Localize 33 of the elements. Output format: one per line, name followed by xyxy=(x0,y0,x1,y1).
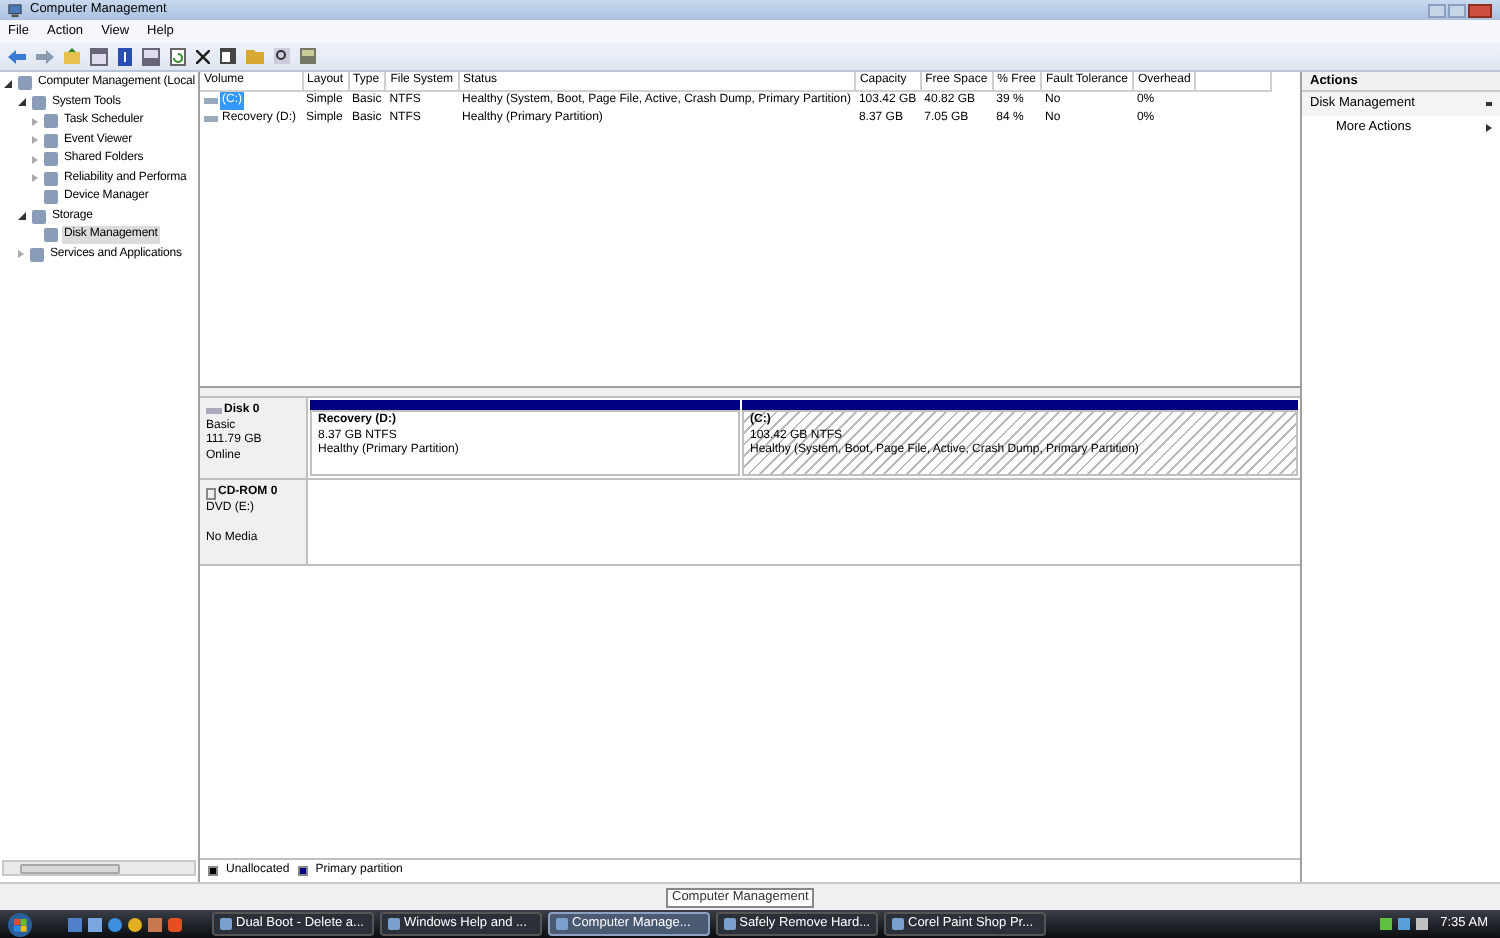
node-icon xyxy=(44,171,58,186)
horizontal-scrollbar[interactable] xyxy=(2,860,196,876)
cd-drive-icon xyxy=(206,487,216,500)
refresh-icon[interactable] xyxy=(170,47,186,65)
delete-icon[interactable] xyxy=(196,49,210,63)
browser-icon[interactable] xyxy=(108,917,122,931)
help-icon[interactable] xyxy=(118,47,132,65)
tray-app-icon[interactable] xyxy=(1398,918,1411,930)
close-button[interactable] xyxy=(1468,3,1492,17)
pane-icon[interactable] xyxy=(90,47,108,65)
node-icon xyxy=(44,228,58,243)
volume-icon[interactable] xyxy=(1416,918,1429,930)
submenu-arrow-icon xyxy=(1486,123,1492,131)
start-orb-icon[interactable] xyxy=(6,911,34,937)
desktop-icon[interactable] xyxy=(68,917,82,931)
image-icon[interactable] xyxy=(148,917,162,931)
computer-icon xyxy=(8,3,22,17)
node-icon xyxy=(44,190,58,205)
node-icon xyxy=(44,152,58,167)
magnifier-icon[interactable] xyxy=(274,48,290,64)
properties-icon[interactable] xyxy=(220,48,236,64)
node-icon xyxy=(18,76,32,91)
node-icon xyxy=(32,95,46,110)
pane-icon[interactable] xyxy=(142,47,160,65)
app-icon[interactable] xyxy=(168,917,182,931)
switch-windows-icon[interactable] xyxy=(88,917,102,931)
node-icon xyxy=(30,247,44,262)
back-arrow-icon[interactable] xyxy=(8,49,26,63)
network-icon[interactable] xyxy=(1380,918,1393,930)
node-icon xyxy=(44,133,58,148)
node-icon xyxy=(44,114,58,129)
node-icon xyxy=(32,209,46,224)
folder-up-icon[interactable] xyxy=(64,48,80,64)
